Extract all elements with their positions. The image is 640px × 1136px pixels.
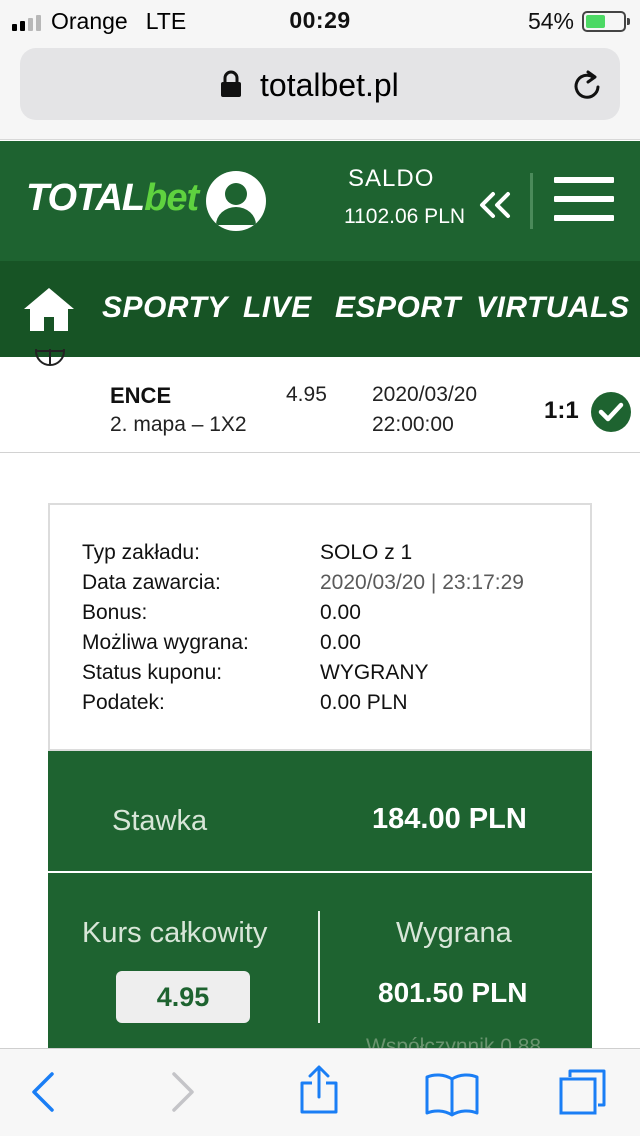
saldo-label: SALDO [348, 165, 435, 192]
bookmarks-icon[interactable] [424, 1071, 480, 1117]
detail-row-possible-win: Możliwa wygrana: 0.00 [82, 631, 562, 661]
user-account-icon[interactable] [206, 171, 266, 231]
coefficient-text: Współczynnik 0.88 [366, 1035, 542, 1049]
battery-fill [586, 15, 605, 28]
detail-key: Podatek: [82, 691, 165, 714]
detail-key: Data zawarcia: [82, 571, 221, 594]
detail-row-status: Status kuponu: WYGRANY [82, 661, 562, 691]
event-date: 2020/03/20 [372, 383, 478, 406]
totals-panel: Kurs całkowity 4.95 Wygrana 801.50 PLN W… [48, 873, 592, 1049]
coupon-details: Typ zakładu: SOLO z 1 Data zawarcia: 202… [48, 503, 592, 751]
nav-item-virtuals[interactable]: VIRTUALS [476, 291, 629, 325]
detail-value: 2020/03/20 | 23:17:29 [320, 571, 524, 594]
selection-odd: 4.95 [286, 383, 327, 406]
totals-divider [318, 911, 320, 1023]
stake-label: Stawka [112, 805, 208, 837]
totalbet-logo[interactable]: TOTALbet [26, 177, 199, 220]
logo-bet: bet [144, 177, 199, 219]
back-icon[interactable] [30, 1071, 56, 1113]
bet-selection-row: ENCE 2. mapa – 1X2 4.95 2020/03/20 22:00… [0, 349, 640, 453]
detail-value: 0.00 [320, 601, 361, 624]
nav-item-esport[interactable]: ESPORT [335, 291, 461, 325]
status-right: 54% [527, 8, 630, 35]
esport-target-icon [35, 349, 65, 366]
address-bar[interactable]: totalbet.pl [20, 48, 620, 120]
detail-row-tax: Podatek: 0.00 PLN [82, 691, 562, 721]
url-text[interactable]: totalbet.pl [260, 67, 399, 104]
detail-key: Typ zakładu: [82, 541, 200, 564]
forward-icon[interactable] [170, 1071, 196, 1113]
reload-icon[interactable] [572, 68, 604, 102]
stake-panel: Stawka 184.00 PLN [48, 751, 592, 871]
battery-percent: 54% [527, 8, 574, 34]
share-icon[interactable] [298, 1065, 340, 1115]
detail-value: SOLO z 1 [320, 541, 413, 564]
site-header: TOTALbet SALDO 1102.06 PLN [0, 141, 640, 261]
browser-chrome: totalbet.pl [0, 42, 640, 140]
check-circle-icon [591, 392, 631, 432]
detail-row-bet-type: Typ zakładu: SOLO z 1 [82, 541, 562, 571]
event-time: 22:00:00 [372, 413, 454, 436]
team-name: ENCE [110, 383, 172, 408]
detail-value: 0.00 [320, 631, 361, 654]
header-divider [530, 173, 533, 229]
tabs-icon[interactable] [558, 1067, 608, 1117]
nav-item-live[interactable]: LIVE [243, 291, 312, 325]
result-score: 1:1 [544, 397, 579, 424]
detail-key: Możliwa wygrana: [82, 631, 249, 654]
saldo-value: 1102.06 PLN [344, 205, 466, 228]
detail-value: WYGRANY [320, 661, 429, 684]
win-label: Wygrana [396, 917, 512, 949]
detail-key: Bonus: [82, 601, 148, 624]
home-icon[interactable] [22, 285, 76, 333]
lock-icon [221, 70, 241, 97]
main-nav: SPORTY LIVE ESPORT VIRTUALS [0, 261, 640, 357]
detail-row-date: Data zawarcia: 2020/03/20 | 23:17:29 [82, 571, 562, 601]
detail-value: 0.00 PLN [320, 691, 408, 714]
detail-row-bonus: Bonus: 0.00 [82, 601, 562, 631]
total-odds-value: 4.95 [116, 971, 250, 1023]
safari-toolbar [0, 1048, 640, 1136]
win-value: 801.50 PLN [378, 977, 528, 1008]
detail-key: Status kuponu: [82, 661, 223, 684]
logo-total: TOTAL [26, 177, 145, 219]
market-name: 2. mapa – 1X2 [110, 413, 247, 436]
total-odds-label: Kurs całkowity [82, 917, 268, 949]
battery-cap [627, 18, 630, 25]
user-silhouette-icon [216, 183, 256, 225]
nav-item-sporty[interactable]: SPORTY [102, 291, 228, 325]
stake-value: 184.00 PLN [372, 803, 527, 835]
hamburger-menu-icon[interactable] [554, 177, 614, 221]
double-chevron-left-icon[interactable] [478, 191, 512, 219]
battery-icon [582, 11, 630, 32]
status-bar: Orange LTE 00:29 54% [0, 0, 640, 42]
